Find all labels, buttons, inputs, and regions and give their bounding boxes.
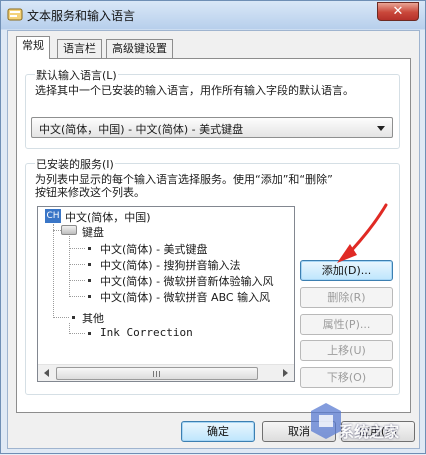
window-title: 文本服务和输入语言: [27, 9, 136, 23]
close-button[interactable]: ✕: [377, 2, 419, 21]
default-language-legend: 默认输入语言(L): [35, 67, 118, 83]
dialog-window: 文本服务和输入语言 ✕ 常规 语言栏 高级键设置 默认输入语言(L) 选择其中一…: [0, 0, 426, 454]
default-language-select[interactable]: 中文(简体，中国) - 中文(简体) - 美式键盘: [31, 117, 393, 138]
grip-icon: [156, 371, 157, 377]
chevron-down-icon: [377, 126, 385, 131]
scroll-left-icon[interactable]: [44, 369, 49, 377]
properties-button[interactable]: 属性(P)...: [300, 314, 393, 335]
bullet-icon: [88, 247, 91, 250]
grip-icon: [159, 371, 160, 377]
installed-services-description: 为列表中显示的每个输入语言选择服务。使用“添加”和“删除”: [35, 173, 333, 186]
keyboard-icon: [61, 225, 77, 235]
text-services-icon: [7, 8, 23, 21]
horizontal-scrollbar[interactable]: [38, 364, 294, 381]
tree-connector: [53, 317, 69, 318]
installed-services-legend: 已安装的服务(I): [35, 156, 115, 172]
language-badge-icon: CH: [45, 209, 61, 223]
installed-services-description-2: 按钮来修改这个列表。: [35, 186, 145, 199]
tab-general[interactable]: 常规: [16, 36, 50, 59]
tree-connector: [53, 230, 61, 231]
tree-keyboard-item[interactable]: 中文(简体) - 美式键盘: [100, 241, 208, 257]
tree-connector: [69, 248, 85, 249]
tree-connector: [69, 280, 85, 281]
tree-keyboard-item[interactable]: 中文(简体) - 微软拼音 ABC 输入风: [100, 289, 270, 305]
default-language-selected: 中文(简体，中国) - 中文(简体) - 美式键盘: [39, 123, 244, 136]
tab-language-bar[interactable]: 语言栏: [57, 39, 102, 58]
bullet-icon: [88, 279, 91, 282]
services-tree[interactable]: CH 中文(简体，中国) 键盘 中文(简体) - 美式键盘 中文(简体) - 搜…: [37, 206, 295, 382]
scrollbar-thumb[interactable]: [56, 367, 258, 380]
bullet-icon: [88, 332, 91, 335]
watermark-text: 系统之家: [339, 423, 400, 441]
bullet-icon: [88, 263, 91, 266]
tree-connector: [69, 296, 85, 297]
watermark-icon: [311, 403, 341, 439]
bullet-icon: [72, 316, 75, 319]
tab-advanced-key-settings[interactable]: 高级键设置: [106, 39, 173, 58]
tree-connector: [69, 264, 85, 265]
ok-button[interactable]: 确定: [181, 421, 255, 442]
move-up-button[interactable]: 上移(U): [300, 340, 393, 361]
title-bar[interactable]: 文本服务和输入语言 ✕: [1, 1, 425, 29]
move-down-button[interactable]: 下移(O): [300, 367, 393, 388]
tree-other-item[interactable]: Ink Correction: [100, 326, 193, 339]
tree-keyboard-item[interactable]: 中文(简体) - 微软拼音新体验输入风: [100, 273, 274, 289]
tree-connector: [69, 236, 70, 297]
tree-connector: [53, 224, 54, 318]
tree-other-group[interactable]: 其他: [82, 310, 104, 326]
tree-keyboard-item[interactable]: 中文(简体) - 搜狗拼音输入法: [100, 257, 241, 273]
tree-language-node[interactable]: 中文(简体，中国): [65, 209, 151, 225]
tree-keyboard-group[interactable]: 键盘: [82, 224, 104, 240]
grip-icon: [153, 371, 154, 377]
watermark-logo: 系统之家: [309, 401, 419, 445]
scroll-right-icon[interactable]: [283, 369, 288, 377]
default-language-description: 选择其中一个已安装的输入语言，用作所有输入字段的默认语言。: [35, 84, 354, 97]
tree-connector: [69, 333, 85, 334]
add-button[interactable]: 添加(D)...: [300, 260, 393, 281]
bullet-icon: [88, 295, 91, 298]
remove-button[interactable]: 删除(R): [300, 287, 393, 308]
